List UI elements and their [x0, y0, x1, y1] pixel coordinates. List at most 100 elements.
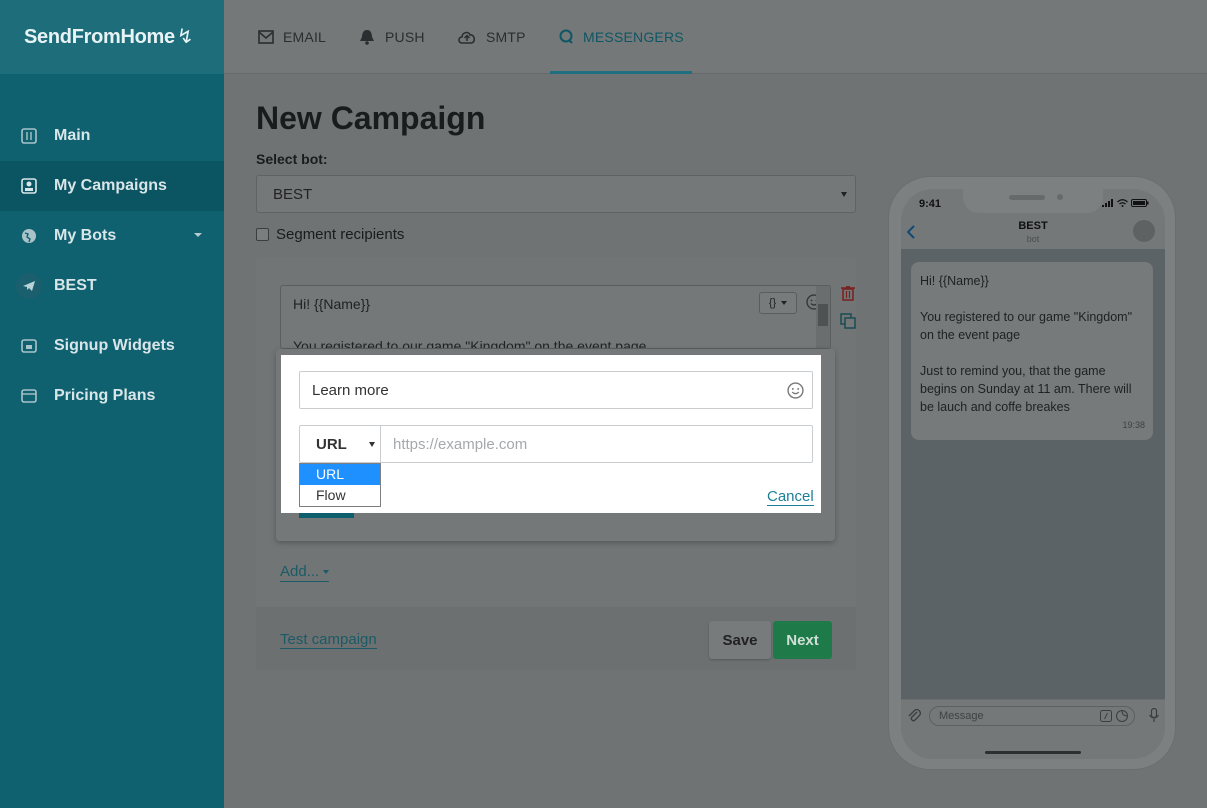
- message-bubble: Hi! {{Name}} You registered to our game …: [911, 262, 1153, 440]
- bot-select[interactable]: BEST: [256, 175, 856, 213]
- sidebar-item-label: BEST: [54, 277, 97, 294]
- tab-messengers[interactable]: MESSENGERS: [550, 0, 692, 74]
- chat-input-bar: Message: [901, 699, 1165, 731]
- message-line: You registered to our game "Kingdom" on …: [293, 338, 647, 349]
- tab-label: MESSENGERS: [583, 29, 684, 45]
- sidebar-item-best[interactable]: BEST: [0, 261, 224, 311]
- chevron-down-icon: [194, 233, 202, 237]
- test-campaign-link[interactable]: Test campaign: [280, 631, 377, 649]
- message-input[interactable]: Message: [929, 706, 1135, 726]
- add-label: Add...: [280, 563, 320, 580]
- dropdown-option-url[interactable]: URL: [300, 464, 380, 485]
- sidebar-item-label: My Campaigns: [54, 177, 167, 194]
- chat-header: BEST bot: [901, 215, 1165, 249]
- tab-label: SMTP: [486, 29, 526, 45]
- widget-icon: [20, 337, 38, 355]
- tab-label: PUSH: [385, 29, 425, 45]
- envelope-icon: [258, 30, 274, 44]
- scrollbar-thumb[interactable]: [818, 304, 828, 326]
- phone-screen: 9:41 BEST bot Hi! {{Name}} You registere…: [901, 189, 1165, 759]
- chevron-down-icon: [323, 570, 330, 575]
- cancel-link[interactable]: Cancel: [767, 489, 814, 506]
- sliders-icon: [20, 127, 38, 145]
- globe-icon: [20, 227, 38, 245]
- bot-select-value: BEST: [273, 186, 313, 203]
- bubble-paragraph: You registered to our game "Kingdom" on …: [920, 310, 1133, 342]
- page-title: New Campaign: [256, 100, 486, 136]
- chat-name: BEST: [1018, 220, 1048, 232]
- button-type-select[interactable]: URL: [299, 425, 381, 463]
- sidebar-item-label: My Bots: [54, 227, 117, 244]
- sticker-icon: [1116, 710, 1128, 722]
- sidebar-item-main[interactable]: Main: [0, 111, 224, 161]
- sidebar-item-pricing-plans[interactable]: Pricing Plans: [0, 371, 224, 421]
- top-nav: EMAIL PUSH SMTP MESSENGERS: [224, 0, 1207, 74]
- scrollbar[interactable]: [816, 286, 830, 348]
- sidebar-item-my-campaigns[interactable]: My Campaigns: [0, 161, 224, 211]
- wallet-icon: [20, 387, 38, 405]
- segment-label: Segment recipients: [276, 226, 405, 243]
- sidebar-item-my-bots[interactable]: My Bots: [0, 211, 224, 261]
- bubble-paragraph: Hi! {{Name}}: [920, 274, 989, 288]
- message-input-placeholder: Message: [939, 710, 984, 722]
- message-time: 19:38: [1122, 420, 1145, 430]
- url-input[interactable]: https://example.com: [380, 425, 813, 463]
- command-icon: [1100, 710, 1112, 722]
- phone-preview: 9:41 BEST bot Hi! {{Name}} You registere…: [888, 176, 1176, 770]
- brand-logo[interactable]: SendFromHome ↯: [0, 0, 224, 74]
- chevron-down-icon: [369, 442, 375, 447]
- trash-icon[interactable]: [840, 285, 856, 306]
- brand-name: SendFromHome: [24, 26, 175, 48]
- battery-icon: [1131, 199, 1149, 207]
- bubble-paragraph: Just to remind you, that the game begins…: [920, 364, 1132, 414]
- button-text-value: Learn more: [312, 382, 389, 399]
- chat-subtitle: bot: [1026, 234, 1040, 244]
- home-indicator: [985, 751, 1081, 754]
- next-button[interactable]: Next: [773, 621, 832, 659]
- paperclip-icon[interactable]: [907, 708, 922, 727]
- button-text-input[interactable]: Learn more: [299, 371, 813, 409]
- segment-recipients[interactable]: Segment recipients: [256, 226, 404, 243]
- signal-icon: [1102, 199, 1113, 207]
- chevron-down-icon: [781, 301, 788, 305]
- message-line: Hi! {{Name}}: [293, 296, 371, 312]
- chat-background: Hi! {{Name}} You registered to our game …: [901, 249, 1165, 699]
- sidebar-item-label: Main: [54, 127, 91, 144]
- sidebar-item-label: Pricing Plans: [54, 387, 156, 404]
- telegram-icon: [16, 273, 42, 299]
- bell-icon: [358, 29, 376, 45]
- sidebar-nav: Main My Campaigns My Bots BEST Signup Wi…: [0, 111, 224, 421]
- microphone-icon[interactable]: [1149, 707, 1159, 728]
- dropdown-option-flow[interactable]: Flow: [300, 485, 380, 506]
- chat-icon: [558, 29, 574, 45]
- select-bot-label: Select bot:: [256, 151, 328, 167]
- sidebar-item-signup-widgets[interactable]: Signup Widgets: [0, 321, 224, 371]
- tab-push[interactable]: PUSH: [358, 0, 425, 74]
- campaigns-icon: [20, 177, 38, 195]
- phone-notch: [963, 189, 1103, 213]
- avatar: [1133, 220, 1155, 242]
- add-dropdown-link[interactable]: Add...: [280, 563, 330, 582]
- button-type-dropdown: URL Flow: [299, 463, 381, 507]
- emoji-icon[interactable]: [787, 382, 804, 403]
- wifi-icon: [1117, 199, 1128, 207]
- card-footer: Test campaign Save Next: [256, 607, 856, 670]
- confirm-button-edge[interactable]: [299, 513, 354, 518]
- variable-icon: {}: [768, 297, 777, 309]
- button-editor-popup: Learn more URL https://example.com URL F…: [281, 355, 821, 513]
- status-time: 9:41: [919, 198, 942, 210]
- sidebar-item-label: Signup Widgets: [54, 337, 175, 354]
- tab-label: EMAIL: [283, 29, 327, 45]
- url-placeholder: https://example.com: [393, 436, 528, 453]
- message-textarea[interactable]: Hi! {{Name}} You registered to our game …: [280, 285, 831, 349]
- insert-variable-button[interactable]: {}: [759, 292, 797, 314]
- tab-smtp[interactable]: SMTP: [457, 0, 526, 74]
- cloud-upload-icon: [457, 30, 477, 44]
- copy-icon[interactable]: [840, 313, 856, 334]
- save-button[interactable]: Save: [709, 621, 771, 659]
- status-icons: [1102, 199, 1149, 207]
- button-type-value: URL: [316, 436, 347, 453]
- segment-checkbox[interactable]: [256, 228, 269, 241]
- logo-arrow-icon: ↯: [176, 26, 194, 48]
- tab-email[interactable]: EMAIL: [258, 0, 326, 74]
